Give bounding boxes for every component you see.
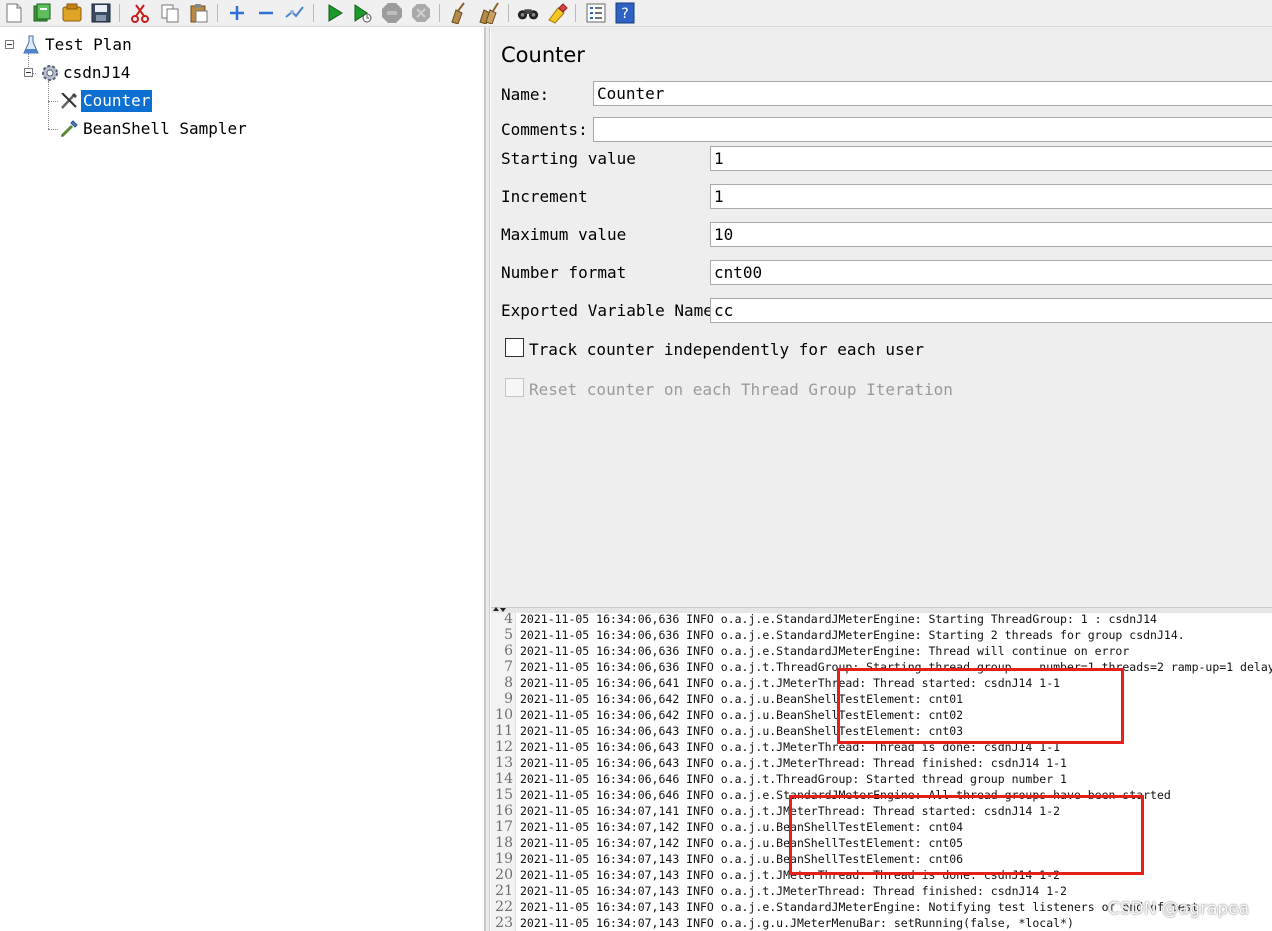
clear-icon[interactable] <box>448 2 470 24</box>
panel-title: Counter <box>501 43 585 67</box>
start-icon[interactable] <box>324 2 346 24</box>
log-line-text: 2021-11-05 16:34:07,143 INFO o.a.j.g.u.J… <box>520 916 1074 930</box>
tree-node-label: BeanShell Sampler <box>83 119 247 138</box>
open-icon[interactable] <box>61 2 83 24</box>
number-format-field[interactable]: cnt00 <box>710 260 1272 285</box>
watermark: CSDN @agrapea <box>1108 899 1250 919</box>
line-number: 15 <box>495 787 513 803</box>
log-line-text: 2021-11-05 16:34:06,643 INFO o.a.j.t.JMe… <box>520 756 1067 770</box>
templates-icon[interactable] <box>31 2 53 24</box>
exported-variable-name-label: Exported Variable Name <box>501 301 713 320</box>
counter-icon <box>59 91 79 111</box>
starting-value-field[interactable]: 1 <box>710 146 1272 171</box>
test-plan-tree: Test Plan csdnJ14 Counter BeanShell Samp… <box>0 27 485 931</box>
log-line-text: 2021-11-05 16:34:06,636 INFO o.a.j.e.Sta… <box>520 628 1185 642</box>
line-number: 19 <box>495 851 513 867</box>
number-format-label: Number format <box>501 263 627 282</box>
expand-icon[interactable] <box>226 2 248 24</box>
thread-group-icon <box>40 63 60 83</box>
log-line: 14 2021-11-05 16:34:06,646 INFO o.a.j.t.T… <box>491 771 1272 787</box>
cut-icon[interactable] <box>129 2 151 24</box>
comments-field[interactable] <box>593 117 1272 142</box>
new-icon[interactable] <box>3 2 25 24</box>
paste-icon[interactable] <box>188 2 210 24</box>
line-number: 8 <box>504 675 513 691</box>
log-line: 13 2021-11-05 16:34:06,643 INFO o.a.j.t.J… <box>491 755 1272 771</box>
stop-icon[interactable] <box>381 2 403 24</box>
tree-splitter[interactable] <box>485 27 490 931</box>
tree-node-label: Counter <box>81 90 153 112</box>
reset-counter-label: Reset counter on each Thread Group Itera… <box>529 380 953 399</box>
log-line-text: 2021-11-05 16:34:06,636 INFO o.a.j.e.Sta… <box>520 644 1130 658</box>
track-counter-label: Track counter independently for each use… <box>529 340 924 359</box>
line-number: 4 <box>504 613 513 627</box>
log-line-text: 2021-11-05 16:34:07,143 INFO o.a.j.t.JMe… <box>520 884 1067 898</box>
line-number: 12 <box>495 739 513 755</box>
reset-search-icon[interactable] <box>546 2 568 24</box>
log-line: 6 2021-11-05 16:34:06,636 INFO o.a.j.e.St… <box>491 643 1272 659</box>
test-plan-icon <box>22 35 40 55</box>
shutdown-icon[interactable] <box>410 2 432 24</box>
line-number: 10 <box>495 707 513 723</box>
log-line: 5 2021-11-05 16:34:06,636 INFO o.a.j.e.St… <box>491 627 1272 643</box>
line-number: 13 <box>495 755 513 771</box>
starting-value-label: Starting value <box>501 149 636 168</box>
tree-node-counter[interactable]: Counter <box>59 90 153 112</box>
comments-label: Comments: <box>501 120 588 139</box>
line-number: 21 <box>495 883 513 899</box>
increment-field[interactable]: 1 <box>710 184 1272 209</box>
log-line-text: 2021-11-05 16:34:06,636 INFO o.a.j.e.Sta… <box>520 613 1157 626</box>
line-number: 9 <box>504 691 513 707</box>
increment-label: Increment <box>501 187 588 206</box>
expand-down-arrow-icon[interactable] <box>500 608 506 612</box>
line-number: 6 <box>504 643 513 659</box>
tree-node-csdnj14[interactable]: csdnJ14 <box>40 62 132 84</box>
log-line-text: 2021-11-05 16:34:06,646 INFO o.a.j.t.Thr… <box>520 772 1067 786</box>
tree-node-label: Test Plan <box>45 35 132 54</box>
exported-variable-name-field[interactable]: cc <box>710 298 1272 323</box>
name-label: Name: <box>501 85 550 104</box>
track-counter-checkbox[interactable] <box>505 338 524 357</box>
line-number: 14 <box>495 771 513 787</box>
copy-icon[interactable] <box>159 2 181 24</box>
tree-node-test-plan[interactable]: Test Plan <box>22 34 134 56</box>
sampler-icon <box>59 119 79 139</box>
name-field[interactable]: Counter <box>593 81 1272 106</box>
collapse-toggle-test-plan[interactable] <box>5 40 14 49</box>
toggle-icon[interactable] <box>284 2 306 24</box>
search-icon[interactable] <box>517 2 539 24</box>
log-viewer[interactable]: 4 2021-11-05 16:34:06,636 INFO o.a.j.e.St… <box>491 613 1272 931</box>
reset-counter-checkbox[interactable] <box>505 378 524 397</box>
function-helper-icon[interactable] <box>585 2 607 24</box>
line-number: 23 <box>495 915 513 931</box>
collapse-up-arrow-icon[interactable] <box>493 607 499 611</box>
line-number: 18 <box>495 835 513 851</box>
line-number: 11 <box>495 723 513 739</box>
collapse-toggle-csdnj14[interactable] <box>24 68 33 77</box>
collapse-icon[interactable] <box>255 2 277 24</box>
line-number: 5 <box>504 627 513 643</box>
line-number: 20 <box>495 867 513 883</box>
maximum-value-field[interactable]: 10 <box>710 222 1272 247</box>
log-line: 4 2021-11-05 16:34:06,636 INFO o.a.j.e.St… <box>491 613 1272 627</box>
tree-node-beanshell-sampler[interactable]: BeanShell Sampler <box>59 118 249 140</box>
highlight-box <box>789 795 1144 875</box>
highlight-box <box>837 668 1124 744</box>
line-number: 22 <box>495 899 513 915</box>
log-line: 21 2021-11-05 16:34:07,143 INFO o.a.j.t.J… <box>491 883 1272 899</box>
toolbar: ? <box>0 0 1272 27</box>
tree-node-label: csdnJ14 <box>63 63 131 82</box>
svg-text:?: ? <box>621 6 628 22</box>
line-number: 16 <box>495 803 513 819</box>
help-icon[interactable]: ? <box>614 2 636 24</box>
clear-all-icon[interactable] <box>478 2 500 24</box>
start-no-pauses-icon[interactable] <box>352 2 374 24</box>
log-line-text: 2021-11-05 16:34:07,143 INFO o.a.j.e.Sta… <box>520 900 1199 914</box>
save-icon[interactable] <box>90 2 112 24</box>
maximum-value-label: Maximum value <box>501 225 627 244</box>
line-number: 7 <box>504 659 513 675</box>
line-number: 17 <box>495 819 513 835</box>
counter-editor-panel: Counter Name: Counter Comments: Starting… <box>491 27 1272 607</box>
